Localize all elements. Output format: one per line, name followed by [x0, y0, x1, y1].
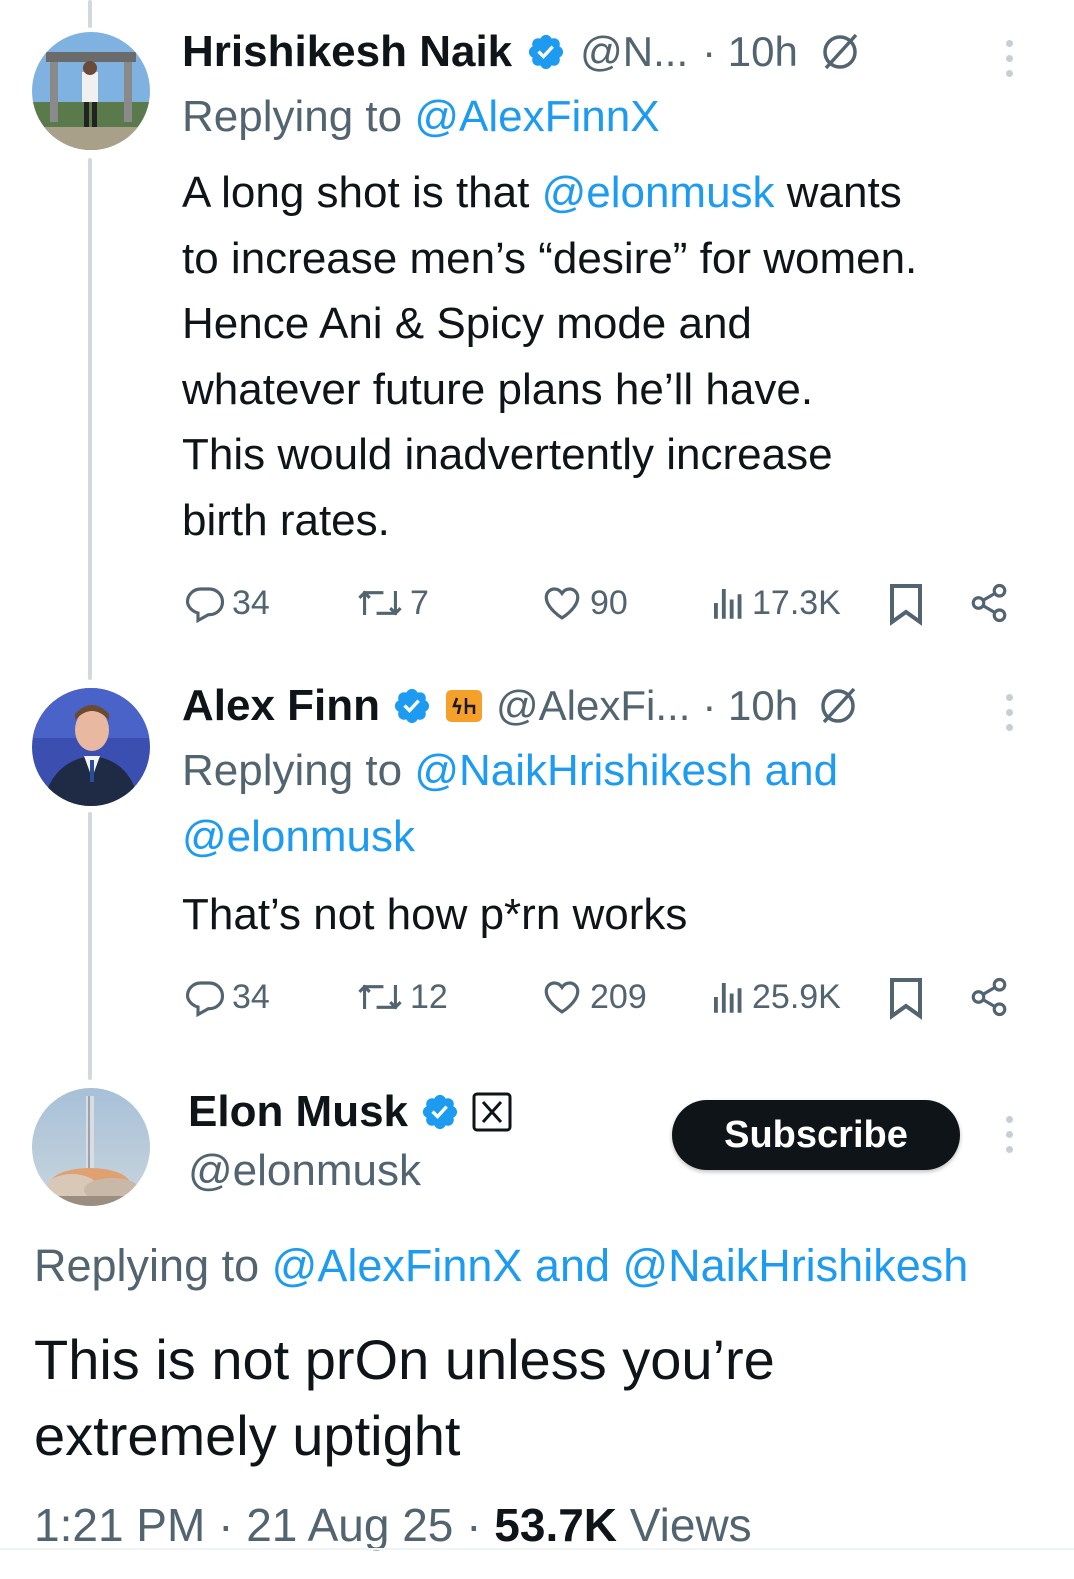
reply-icon — [184, 976, 226, 1018]
tweet-time[interactable]: · 10h — [702, 682, 798, 730]
like-button[interactable]: 90 — [540, 582, 628, 624]
more-icon[interactable] — [1006, 694, 1014, 739]
views-count: 53.7K — [494, 1499, 618, 1551]
replying-to: Replying to @AlexFinnX and @NaikHrishike… — [34, 1240, 969, 1291]
mention-link[interactable]: @AlexFinnX — [414, 92, 659, 141]
reply-button[interactable]: 34 — [184, 582, 270, 624]
thread-line-2 — [88, 812, 92, 1080]
views-button[interactable]: 17.3K — [710, 582, 841, 624]
avatar[interactable] — [32, 1088, 150, 1206]
x-logo-badge-icon[interactable] — [472, 1092, 512, 1132]
tweet-text: That’s not how p*rn works — [182, 890, 688, 939]
author-handle[interactable]: @AlexFi... — [496, 682, 690, 730]
verified-badge-icon — [420, 1092, 460, 1132]
tweet-header: Alex Finn @AlexFi... · 10h — [182, 678, 860, 734]
repost-icon — [356, 582, 404, 624]
verified-badge-icon — [392, 686, 432, 726]
bookmark-icon[interactable] — [888, 976, 924, 1020]
share-icon[interactable] — [968, 976, 1010, 1018]
author-name[interactable]: Elon Musk — [188, 1087, 408, 1137]
tweet-text: This is not prOn unless you’re extremely… — [34, 1328, 775, 1467]
avatar[interactable] — [32, 32, 150, 150]
author-handle[interactable]: @N... — [580, 28, 688, 76]
mention-link[interactable]: @AlexFinnX and @NaikHrishikesh — [272, 1240, 969, 1291]
tweet-meta: 1:21 PM · 21 Aug 25 · 53.7K Views — [34, 1499, 752, 1551]
mention-link[interactable]: @NaikHrishikesh and — [414, 746, 838, 795]
author-name[interactable]: Hrishikesh Naik — [182, 27, 512, 77]
replying-to: Replying to @AlexFinnX — [182, 92, 660, 141]
repost-button[interactable]: 12 — [356, 976, 448, 1018]
mention-link[interactable]: @elonmusk — [182, 812, 415, 862]
more-icon[interactable] — [1006, 40, 1014, 85]
tweet-time[interactable]: · 10h — [702, 28, 798, 76]
tweet-header: Elon Musk — [188, 1084, 512, 1140]
repost-button[interactable]: 7 — [356, 582, 429, 624]
no-grok-icon[interactable] — [818, 30, 862, 74]
views-icon — [710, 976, 746, 1018]
like-icon — [540, 582, 584, 624]
views-icon — [710, 582, 746, 624]
repost-icon — [356, 976, 404, 1018]
reply-button[interactable]: 34 — [184, 976, 270, 1018]
more-icon[interactable] — [1006, 1116, 1014, 1161]
tweet-header: Hrishikesh Naik @N... · 10h — [182, 24, 862, 80]
no-grok-icon[interactable] — [816, 684, 860, 728]
like-button[interactable]: 209 — [540, 976, 647, 1018]
avatar[interactable] — [32, 688, 150, 806]
subscribe-button[interactable]: Subscribe — [672, 1100, 960, 1170]
thread-line-top — [88, 0, 92, 28]
divider — [0, 1548, 1074, 1550]
author-handle[interactable]: @elonmusk — [188, 1146, 421, 1196]
replying-to: Replying to @NaikHrishikesh and — [182, 746, 839, 795]
reply-icon — [184, 582, 226, 624]
affiliate-badge-icon[interactable] — [444, 686, 484, 726]
like-icon — [540, 976, 584, 1018]
mention-link[interactable]: @elonmusk — [542, 168, 775, 217]
thread-line-1 — [88, 158, 92, 680]
share-icon[interactable] — [968, 582, 1010, 624]
verified-badge-icon — [526, 32, 566, 72]
bookmark-icon[interactable] — [888, 582, 924, 626]
tweet-text: A long shot is that @elonmusk wants to i… — [182, 168, 918, 545]
views-button[interactable]: 25.9K — [710, 976, 841, 1018]
author-name[interactable]: Alex Finn — [182, 681, 380, 731]
tweet-timestamp[interactable]: 1:21 PM · 21 Aug 25 · — [34, 1499, 494, 1551]
